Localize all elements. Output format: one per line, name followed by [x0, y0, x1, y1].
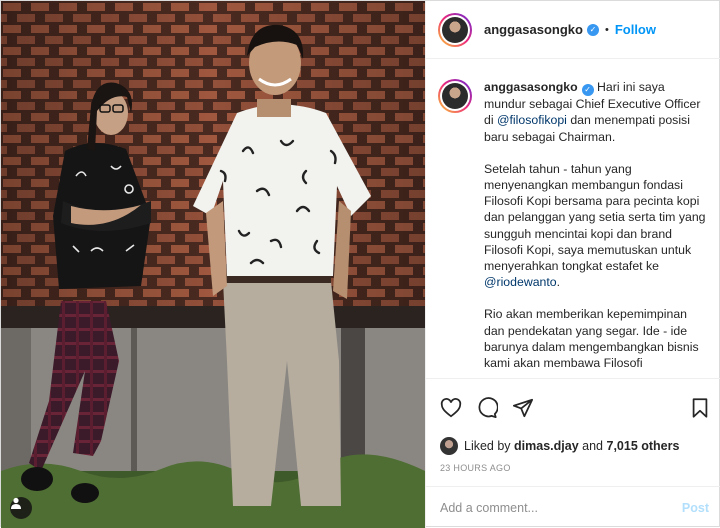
verified-badge-icon: ✓ — [586, 23, 599, 36]
caption-text: . — [556, 275, 561, 290]
caption-paragraph-3: Rio akan memberikan kepemimpinan dan pen… — [484, 307, 699, 370]
mention-link-riodewanto[interactable]: @riodewanto — [484, 275, 557, 289]
photo-illustration — [1, 1, 425, 528]
post-comment-button[interactable]: Post — [682, 501, 709, 515]
likes-and: and — [582, 439, 604, 453]
follow-button[interactable]: Follow — [615, 22, 656, 37]
post-timestamp[interactable]: 23 HOURS AGO — [426, 456, 720, 480]
comment-input[interactable] — [440, 500, 682, 515]
liker-username[interactable]: dimas.djay — [514, 439, 579, 453]
separator-dot: • — [604, 23, 609, 36]
post-caption: anggasasongko ✓ Hari ini saya mundur seba… — [484, 79, 709, 378]
action-bar — [426, 378, 720, 436]
post-header: anggasasongko ✓ • Follow — [426, 1, 720, 59]
caption-paragraph-1: anggasasongko ✓ Hari ini saya mundur seba… — [484, 79, 709, 145]
instagram-post: anggasasongko ✓ • Follow anggasasongko ✓ … — [0, 0, 720, 528]
verified-badge-icon: ✓ — [581, 84, 594, 97]
caption-author-avatar[interactable] — [438, 79, 472, 113]
comment-form: Post — [426, 486, 720, 528]
caption-text: Setelah tahun - tahun yang menyenangkan … — [484, 161, 706, 273]
likes-prefix: Liked by — [464, 439, 511, 453]
likes-summary: Liked by dimas.djay and 7,015 others — [426, 436, 720, 456]
likes-count[interactable]: 7,015 others — [607, 439, 680, 453]
user-tag-glyph — [11, 497, 21, 509]
author-avatar[interactable] — [438, 12, 472, 47]
caption-paragraph-2: Setelah tahun - tahun yang menyenangkan … — [484, 161, 709, 291]
liker-avatar[interactable] — [440, 437, 458, 455]
comment-icon[interactable] — [476, 396, 498, 419]
post-photo[interactable] — [1, 1, 425, 528]
caption-username[interactable]: anggasasongko — [484, 80, 578, 94]
user-tag-icon[interactable] — [10, 497, 32, 519]
mention-link-filosofikopi[interactable]: @filosofikopi — [497, 113, 567, 127]
paper-plane-icon[interactable] — [512, 397, 534, 419]
bookmark-icon[interactable] — [689, 397, 711, 419]
heart-icon[interactable] — [440, 397, 462, 419]
post-side-panel: anggasasongko ✓ • Follow anggasasongko ✓ … — [425, 1, 720, 528]
comments-section[interactable]: anggasasongko ✓ Hari ini saya mundur seba… — [426, 59, 720, 378]
author-username[interactable]: anggasasongko — [484, 22, 583, 37]
